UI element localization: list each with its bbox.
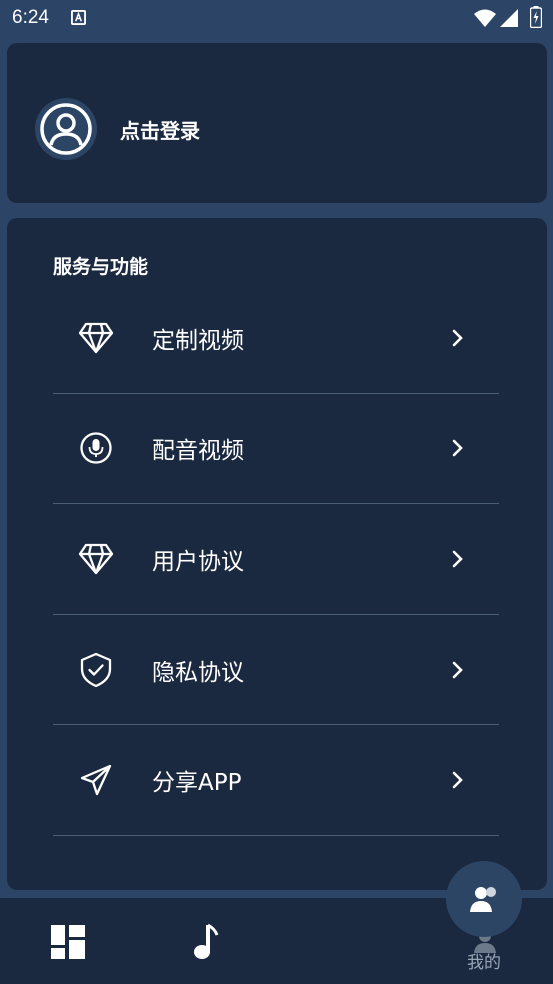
nav-home[interactable] (50, 924, 88, 960)
menu-item-user-agreement[interactable]: 用户协议 (53, 504, 499, 615)
menu-label: 分享APP (152, 770, 242, 797)
users-icon (470, 887, 496, 912)
nav-music[interactable] (188, 922, 224, 962)
menu-item-share-app[interactable]: 分享APP (53, 725, 499, 836)
send-icon (77, 761, 115, 799)
menu-label: 隐私协议 (152, 659, 244, 686)
chevron-right-icon (452, 661, 463, 678)
diamond-icon (77, 319, 115, 357)
fab-button[interactable] (446, 861, 522, 937)
avatar[interactable] (35, 98, 97, 160)
microphone-icon (77, 429, 115, 467)
a-notification-icon (71, 10, 86, 25)
chevron-right-icon (452, 550, 463, 568)
grid-icon (51, 925, 85, 959)
status-time: 6:24 (12, 7, 49, 28)
nav-mine-label: 我的 (467, 953, 501, 973)
menu-list: 定制视频 配音视频 用户协议 隐私协议 分享APP (53, 283, 499, 836)
profile-card[interactable]: 点击登录 (7, 43, 547, 203)
login-label[interactable]: 点击登录 (120, 115, 200, 144)
user-circle-icon (40, 103, 92, 155)
chevron-right-icon (452, 329, 463, 347)
menu-label: 定制视频 (152, 327, 244, 354)
music-note-icon (194, 923, 219, 959)
menu-item-custom-video[interactable]: 定制视频 (53, 283, 499, 394)
status-bar: 6:24 (0, 0, 553, 36)
section-title: 服务与功能 (53, 256, 149, 278)
wifi-icon (474, 9, 496, 27)
services-card: 服务与功能 定制视频 配音视频 用户协议 隐私协议 分享APP (7, 218, 547, 890)
chevron-right-icon (452, 771, 463, 789)
chevron-right-icon (452, 440, 463, 457)
menu-label: 配音视频 (152, 438, 244, 465)
menu-item-dubbing-video[interactable]: 配音视频 (53, 394, 499, 505)
menu-label: 用户协议 (152, 548, 244, 575)
diamond-icon (77, 540, 115, 578)
menu-item-privacy-agreement[interactable]: 隐私协议 (53, 615, 499, 726)
battery-icon (530, 6, 542, 28)
signal-icon (500, 9, 518, 27)
shield-check-icon (77, 651, 115, 689)
